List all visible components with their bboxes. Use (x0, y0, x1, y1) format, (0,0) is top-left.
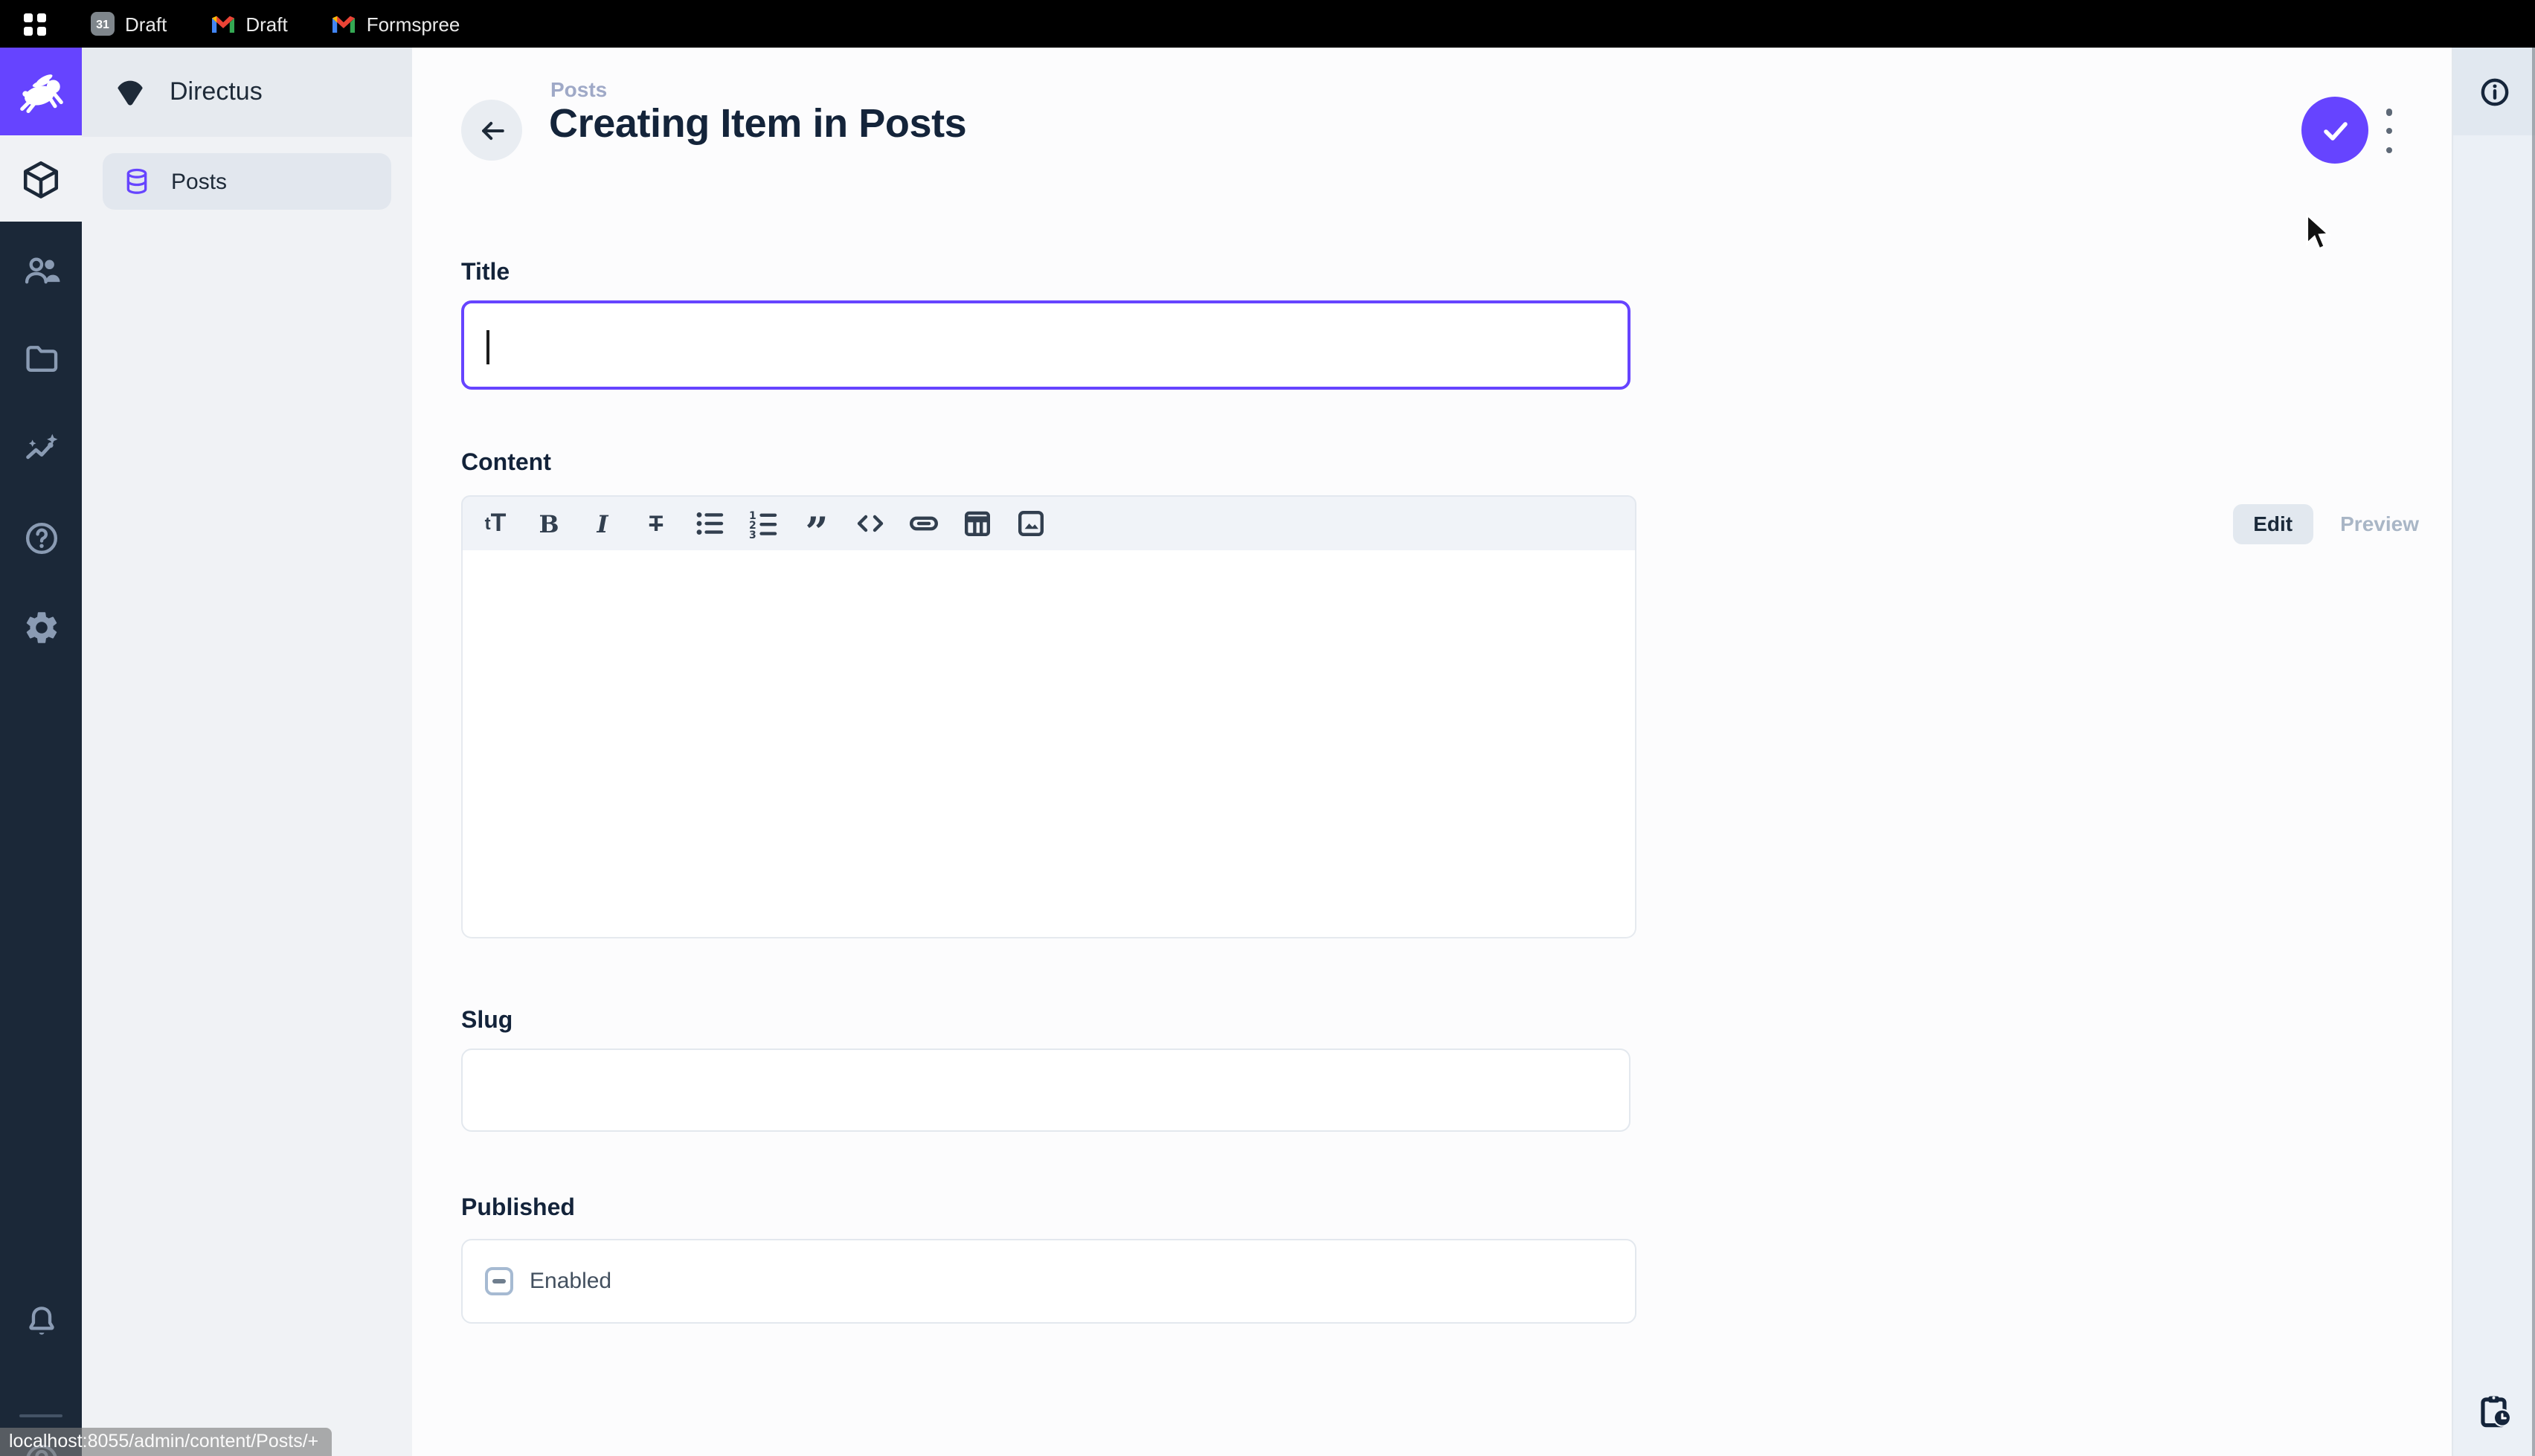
more-options-button[interactable] (2380, 109, 2398, 153)
directus-logo-button[interactable] (0, 48, 82, 135)
table-icon[interactable] (963, 509, 992, 538)
info-sidebar-header[interactable] (2453, 48, 2535, 135)
content-editor-area[interactable] (461, 550, 1636, 938)
editor-mode-switch: Edit Preview (2232, 495, 2440, 552)
published-field: Enabled (461, 1239, 1636, 1324)
sidebar-item-label: Posts (171, 169, 227, 194)
gear-icon (22, 608, 60, 647)
edit-mode-button[interactable]: Edit (2232, 503, 2313, 544)
breadcrumb[interactable]: Posts (550, 77, 607, 101)
slug-input[interactable] (461, 1048, 1630, 1132)
italic-icon[interactable]: I (588, 509, 617, 538)
module-content[interactable] (0, 135, 82, 222)
fan-icon (115, 77, 146, 108)
tab-label: Formspree (367, 13, 460, 35)
text-caret (486, 330, 489, 364)
module-bar (0, 48, 82, 1456)
content-label: Content (461, 451, 551, 477)
title-label: Title (461, 260, 510, 287)
module-user-directory[interactable] (0, 241, 82, 300)
folder-icon (22, 339, 60, 378)
box-icon (21, 158, 61, 199)
tab-label: Draft (245, 13, 287, 35)
users-icon (22, 251, 60, 290)
editor-toolbar: tT B I T 123 ” (461, 495, 1636, 552)
notifications-button[interactable] (0, 1292, 82, 1352)
indeterminate-checkbox-icon[interactable] (485, 1267, 513, 1295)
link-icon[interactable] (909, 509, 939, 538)
revisions-button[interactable] (2453, 1379, 2535, 1444)
checkbox-label: Enabled (530, 1269, 611, 1294)
bullet-list-icon[interactable] (695, 509, 724, 538)
window-right-edge (2532, 48, 2535, 1456)
navigation-sidebar: Directus Posts (82, 48, 412, 1456)
tab-overview-grid-icon[interactable] (24, 13, 46, 35)
browser-tab-bar: 31 Draft Draft Formspree (0, 0, 2535, 48)
browser-tab-formspree[interactable]: Formspree (332, 13, 460, 35)
slug-label: Slug (461, 1008, 513, 1035)
mouse-cursor (2303, 213, 2336, 251)
module-settings[interactable] (0, 598, 82, 657)
title-input[interactable] (461, 300, 1630, 390)
browser-tab-draft-calendar[interactable]: 31 Draft (91, 12, 167, 36)
tab-label: Draft (125, 13, 167, 35)
sidebar-item-posts[interactable]: Posts (103, 153, 391, 210)
directus-rabbit-icon (14, 69, 68, 114)
bold-icon[interactable]: B (534, 509, 564, 538)
main-content: Posts Creating Item in Posts Title Conte… (412, 48, 2452, 1456)
bell-icon (22, 1303, 60, 1341)
save-button[interactable] (2301, 97, 2368, 164)
published-label: Published (461, 1196, 575, 1223)
clipboard-clock-icon (2475, 1392, 2514, 1431)
strikethrough-icon[interactable]: T (641, 509, 671, 538)
module-insights[interactable] (0, 419, 82, 479)
module-bar-divider (19, 1414, 62, 1417)
module-file-library[interactable] (0, 329, 82, 388)
blockquote-icon[interactable]: ” (802, 499, 832, 548)
module-documentation[interactable] (0, 509, 82, 568)
project-chooser[interactable]: Directus (82, 48, 412, 137)
code-icon[interactable] (855, 509, 885, 538)
preview-mode-button[interactable]: Preview (2319, 503, 2440, 544)
calendar-icon: 31 (91, 12, 115, 36)
project-name: Directus (170, 77, 263, 107)
gmail-icon (332, 14, 356, 33)
check-icon (2317, 112, 2353, 148)
info-sidebar (2452, 48, 2535, 1456)
insights-icon (22, 430, 60, 468)
arrow-left-icon (475, 114, 508, 146)
page-title: Creating Item in Posts (549, 101, 966, 147)
back-button[interactable] (461, 100, 522, 161)
database-icon (122, 167, 152, 196)
text-size-icon[interactable]: tT (481, 509, 510, 538)
image-icon[interactable] (1016, 509, 1046, 538)
numbered-list-icon[interactable]: 123 (748, 509, 778, 538)
directus-admin-window: 31 Draft Draft Formspree (0, 0, 2535, 1456)
gmail-icon (211, 14, 235, 33)
info-icon (2478, 75, 2511, 108)
svg-text:3: 3 (749, 529, 756, 538)
status-url-tooltip: localhost:8055/admin/content/Posts/+ (0, 1428, 332, 1456)
browser-tab-draft-gmail[interactable]: Draft (211, 13, 287, 35)
help-icon (22, 519, 60, 558)
